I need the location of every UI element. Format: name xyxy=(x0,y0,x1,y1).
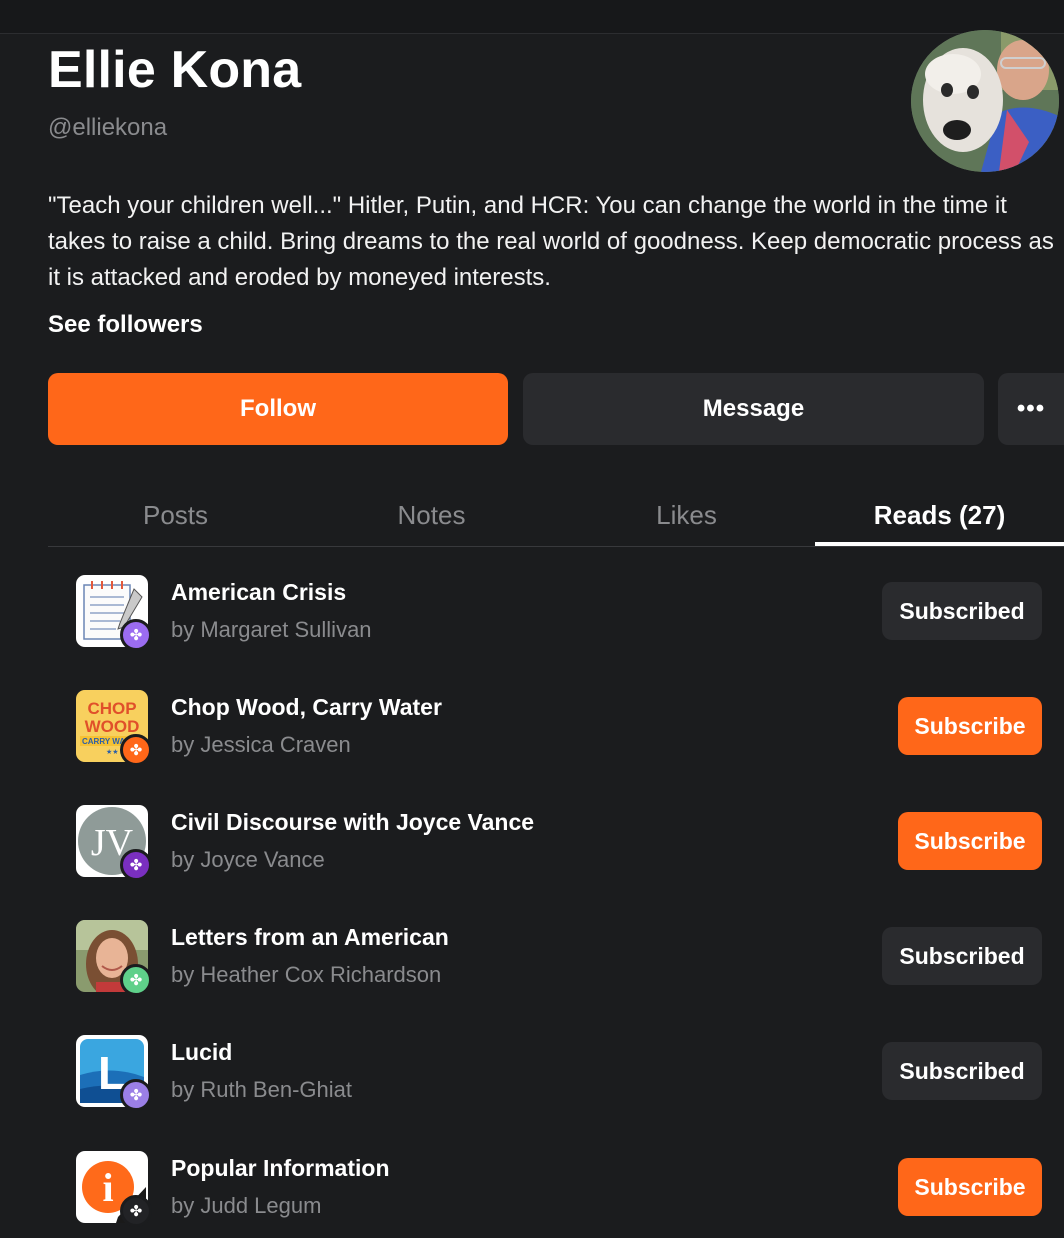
publication-title[interactable]: Popular Information xyxy=(171,1155,390,1182)
publication-title[interactable]: Civil Discourse with Joyce Vance xyxy=(171,809,534,836)
publication-author: by Joyce Vance xyxy=(171,847,325,872)
substack-badge-icon: ✤ xyxy=(120,1195,152,1227)
publication-title[interactable]: American Crisis xyxy=(171,579,346,606)
profile-tabs: Posts Notes Likes Reads (27) xyxy=(48,486,1064,547)
subscribe-button[interactable]: Subscribe xyxy=(898,697,1042,755)
profile-avatar[interactable] xyxy=(911,30,1059,172)
publication-author: by Judd Legum xyxy=(171,1193,322,1218)
subscribe-button[interactable]: Subscribe xyxy=(898,812,1042,870)
ellipsis-icon: ••• xyxy=(1016,395,1046,422)
profile-name: Ellie Kona xyxy=(48,41,302,99)
logo-text-chop: CHOP xyxy=(87,699,136,718)
substack-badge-icon: ✤ xyxy=(120,734,152,766)
svg-text:★★: ★★ xyxy=(106,748,119,756)
publication-title[interactable]: Chop Wood, Carry Water xyxy=(171,694,442,721)
subscribed-button[interactable]: Subscribed xyxy=(882,582,1042,640)
follow-button[interactable]: Follow xyxy=(48,373,508,445)
list-item[interactable]: CHOP WOOD CARRY WA ★★ ✤ Chop Wood, Carry… xyxy=(76,690,1042,766)
active-tab-indicator xyxy=(815,542,1064,546)
substack-badge-icon: ✤ xyxy=(120,619,152,651)
list-item[interactable]: JV ✤ Civil Discourse with Joyce Vance by… xyxy=(76,805,1042,881)
more-options-button[interactable]: ••• xyxy=(998,373,1064,445)
publication-author: by Margaret Sullivan xyxy=(171,617,372,642)
logo-letter: i xyxy=(102,1165,113,1210)
profile-bio: "Teach your children well..." Hitler, Pu… xyxy=(48,192,1054,291)
message-button[interactable]: Message xyxy=(523,373,984,445)
tab-notes[interactable]: Notes xyxy=(304,486,559,544)
publication-author: by Jessica Craven xyxy=(171,732,351,757)
avatar-photo xyxy=(911,30,1059,172)
publication-author: by Ruth Ben-Ghiat xyxy=(171,1077,352,1102)
tab-likes[interactable]: Likes xyxy=(559,486,814,544)
substack-badge-icon: ✤ xyxy=(120,964,152,996)
tab-posts[interactable]: Posts xyxy=(48,486,303,544)
list-item[interactable]: L ✤ Lucid by Ruth Ben-Ghiat Subscribed xyxy=(76,1035,1042,1111)
profile-handle: @elliekona xyxy=(48,114,168,141)
subscribe-button[interactable]: Subscribe xyxy=(898,1158,1042,1216)
see-followers-link[interactable]: See followers xyxy=(48,311,203,339)
subscribed-button[interactable]: Subscribed xyxy=(882,1042,1042,1100)
tab-reads[interactable]: Reads (27) xyxy=(815,486,1064,544)
logo-text-wood: WOOD xyxy=(85,717,140,736)
list-item[interactable]: ✤ American Crisis by Margaret Sullivan S… xyxy=(76,575,1042,651)
top-bar xyxy=(0,0,1064,34)
list-item[interactable]: i ✤ Popular Information by Judd Legum Su… xyxy=(76,1151,1042,1227)
logo-text-carry: CARRY WA xyxy=(82,737,125,746)
publication-title[interactable]: Letters from an American xyxy=(171,924,449,951)
publication-author: by Heather Cox Richardson xyxy=(171,962,442,987)
substack-badge-icon: ✤ xyxy=(120,1079,152,1111)
list-item[interactable]: ✤ Letters from an American by Heather Co… xyxy=(76,920,1042,996)
publication-title[interactable]: Lucid xyxy=(171,1039,232,1066)
substack-badge-icon: ✤ xyxy=(120,849,152,881)
subscribed-button[interactable]: Subscribed xyxy=(882,927,1042,985)
